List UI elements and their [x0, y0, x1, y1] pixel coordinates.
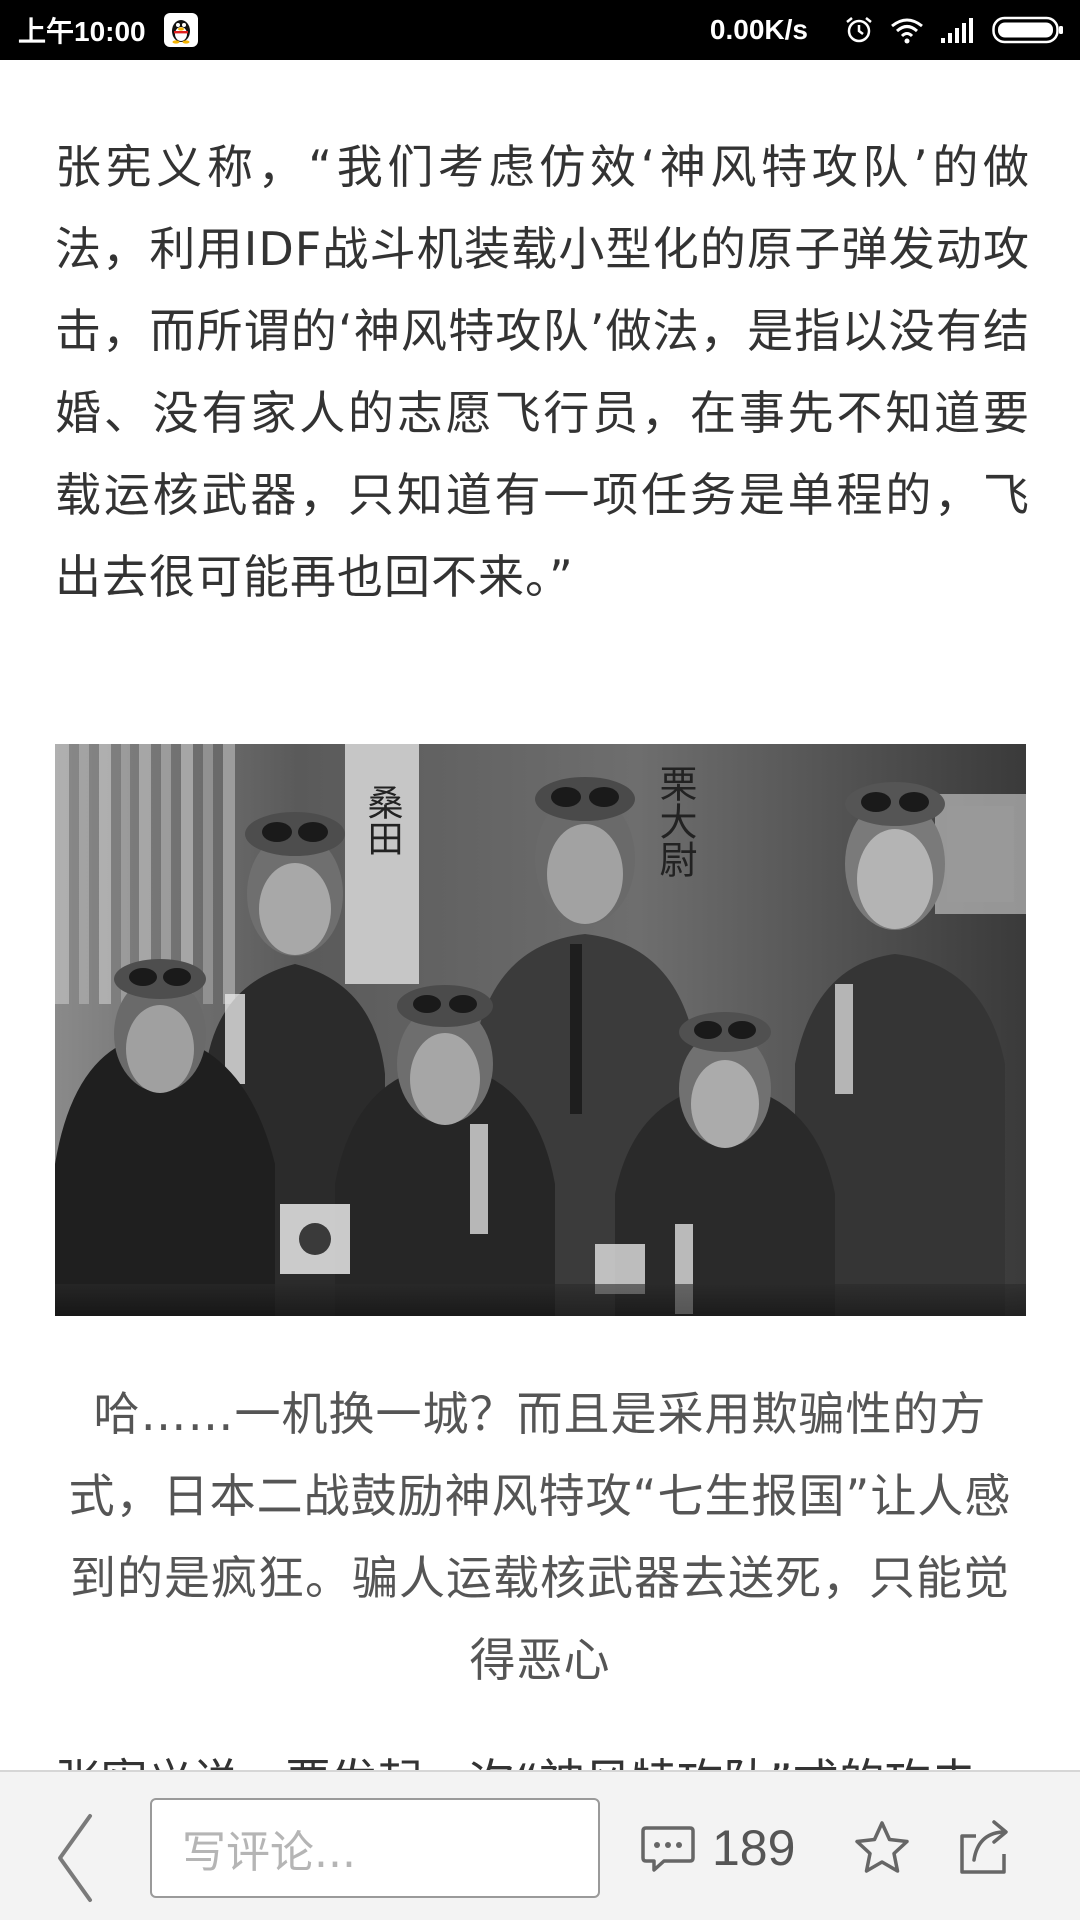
back-button[interactable] [50, 1810, 100, 1906]
photo-inscription-left: 桑田 [362, 784, 403, 856]
wifi-icon [891, 18, 923, 44]
comment-bubble-icon [641, 1826, 695, 1872]
comment-input[interactable]: 写评论... [150, 1798, 600, 1898]
comment-count: 189 [712, 1820, 796, 1876]
status-bar: 上午10:00 0.00K/s [0, 0, 1080, 60]
signal-strength-icon [941, 18, 973, 43]
share-button[interactable] [954, 1816, 1014, 1878]
status-time: 上午10:00 [18, 16, 146, 47]
comment-placeholder: 写评论... [182, 1827, 356, 1878]
photo-inscription-right: 栗大尉 [653, 764, 697, 878]
back-chevron-icon [58, 1814, 92, 1902]
favorite-button[interactable] [852, 1818, 912, 1878]
article-photo-kamikaze-pilots[interactable]: 桑田 栗大尉 [55, 744, 1026, 1316]
star-icon [855, 1821, 909, 1873]
qq-penguin-icon [163, 13, 198, 47]
share-icon [960, 1820, 1008, 1874]
article-paragraph: 张宪义称，“我们考虑仿效‘神风特攻队’的做法，利用IDF战斗机装载小型化的原子弹… [55, 140, 1030, 604]
alarm-clock-icon [846, 17, 872, 43]
battery-icon [992, 16, 1063, 44]
article-body: 张宪义称，“我们考虑仿效‘神风特攻队’的做法，利用IDF战斗机装载小型化的原子弹… [55, 60, 1030, 618]
photo-caption: 哈……一机换一城？而且是采用欺骗性的方式，日本二战鼓励神风特攻“七生报国”让人感… [68, 1387, 1012, 1687]
network-speed: 0.00K/s [709, 14, 808, 45]
comment-count-button[interactable]: 189 [640, 1806, 795, 1890]
status-indicators: 0.00K/s [710, 14, 1064, 46]
bottom-action-bar: 写评论... 189 [0, 1770, 1080, 1920]
